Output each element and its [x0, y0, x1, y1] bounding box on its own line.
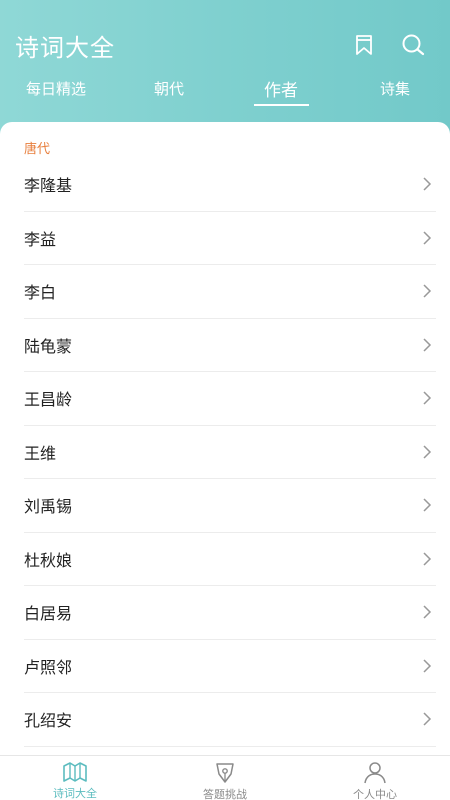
nav-poetry-collection[interactable]: 诗词大全 [0, 756, 150, 800]
chevron-right-icon [423, 605, 432, 619]
list-item[interactable]: 李益 [24, 212, 436, 265]
chevron-right-icon [423, 338, 432, 352]
list-item[interactable]: 陆龟蒙 [24, 319, 436, 372]
nav-label: 答题挑战 [203, 788, 247, 800]
author-name: 李白 [24, 283, 57, 303]
pen-nib-icon [216, 763, 234, 783]
list-item[interactable]: 刘禹锡 [24, 479, 436, 533]
chevron-right-icon [423, 177, 432, 191]
chevron-right-icon [423, 231, 432, 245]
chevron-right-icon [423, 498, 432, 512]
tab-author[interactable]: 作者 [250, 76, 312, 106]
author-name: 刘禹锡 [24, 497, 73, 517]
author-list: 李隆基 李益 李白 陆龟蒙 王昌龄 王维 刘禹锡 杜秋娘 白居易 卢照邻 孔绍安 [0, 158, 450, 747]
author-name: 王维 [24, 443, 57, 463]
author-name: 李隆基 [24, 176, 73, 196]
list-item[interactable]: 李白 [24, 265, 436, 319]
chevron-right-icon [423, 712, 432, 726]
active-tab-indicator [254, 104, 309, 106]
tab-bar: 每日精选 朝代 作者 诗集 [0, 78, 450, 108]
list-item[interactable]: 王昌龄 [24, 372, 436, 426]
book-map-icon [63, 761, 87, 782]
author-name: 王昌龄 [24, 390, 73, 410]
author-name: 李益 [24, 229, 57, 249]
bookmark-icon [356, 35, 372, 55]
dynasty-section-label: 唐代 [24, 142, 51, 157]
nav-quiz-challenge[interactable]: 答题挑战 [150, 756, 300, 800]
tab-daily-picks[interactable]: 每日精选 [15, 78, 97, 108]
author-name: 陆龟蒙 [24, 336, 73, 356]
list-item[interactable]: 李隆基 [24, 158, 436, 212]
chevron-right-icon [423, 391, 432, 405]
list-item[interactable]: 杜秋娘 [24, 533, 436, 586]
author-name: 孔绍安 [24, 711, 73, 731]
author-name: 白居易 [24, 604, 73, 624]
list-item[interactable]: 白居易 [24, 586, 436, 640]
chevron-right-icon [423, 445, 432, 459]
bottom-navigation: 诗词大全 答题挑战 个人中心 [0, 755, 450, 800]
tab-dynasty[interactable]: 朝代 [138, 78, 200, 108]
list-item[interactable]: 孔绍安 [24, 693, 436, 747]
search-button[interactable] [400, 32, 426, 58]
author-list-card: 唐代 李隆基 李益 李白 陆龟蒙 王昌龄 王维 刘禹锡 杜秋娘 白居易 卢照邻 … [0, 122, 450, 762]
chevron-right-icon [423, 659, 432, 673]
tab-collection[interactable]: 诗集 [364, 78, 426, 108]
author-name: 杜秋娘 [24, 550, 73, 570]
app-title: 诗词大全 [15, 34, 115, 62]
nav-profile[interactable]: 个人中心 [300, 756, 450, 800]
user-icon [364, 762, 386, 784]
bookmark-button[interactable] [351, 32, 377, 58]
chevron-right-icon [423, 552, 432, 566]
chevron-right-icon [423, 284, 432, 298]
search-icon [402, 34, 425, 56]
list-item[interactable]: 王维 [24, 426, 436, 479]
nav-label: 诗词大全 [53, 787, 97, 800]
nav-label: 个人中心 [353, 788, 397, 800]
list-item[interactable]: 卢照邻 [24, 640, 436, 693]
author-name: 卢照邻 [24, 657, 73, 677]
